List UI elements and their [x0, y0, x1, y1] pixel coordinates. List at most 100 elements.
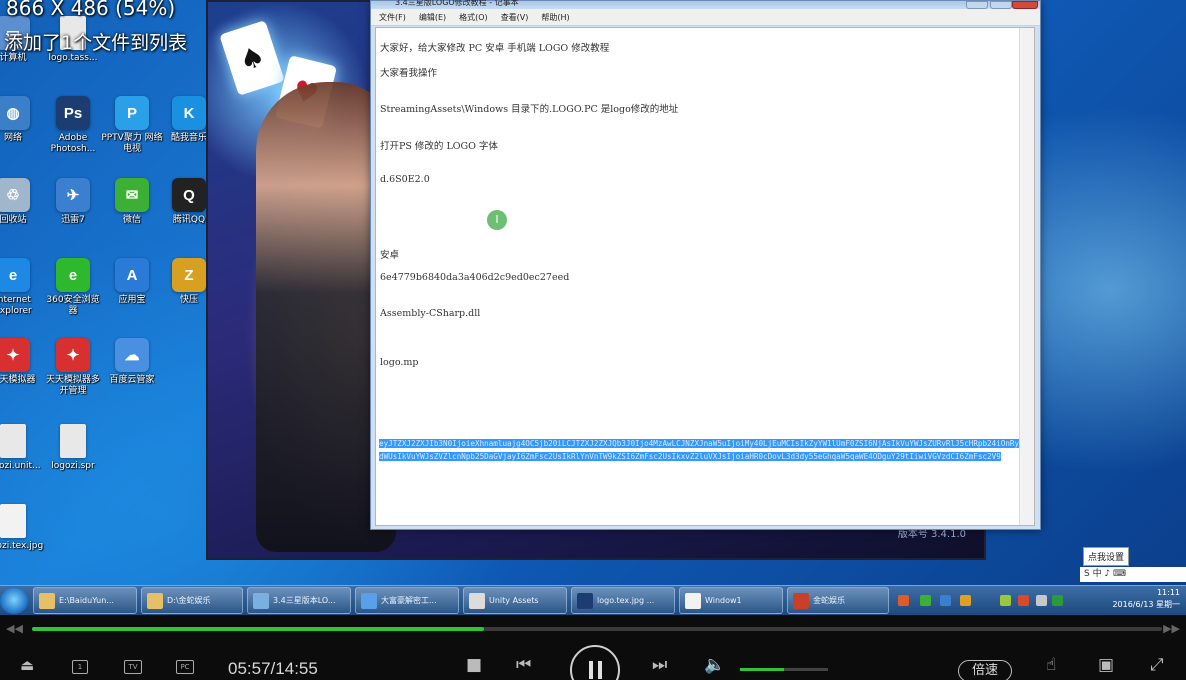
folder-icon	[147, 592, 163, 609]
video-player-controls: ◀◀ ▶▶ ⏏ 1 TV PC 05:57/14:55 ■ ⏮ ⏭ 🔈 倍速 ☝…	[0, 615, 1186, 680]
desktop-icon-label: Internet Explorer	[0, 295, 32, 316]
desktop-icon[interactable]: logozi.tex.jpg	[0, 504, 44, 552]
text-line: 打开PS 修改的 LOGO 字体	[380, 141, 498, 152]
progress-fill	[32, 627, 484, 631]
taskbar-button[interactable]: 3.4三星版本LO...	[247, 587, 351, 614]
desktop: ▭ 计算机 logo.tass... ◍ 网络 Ps Adobe Photosh... P PP…	[0, 0, 1186, 585]
emulator-icon: ✦	[0, 338, 30, 372]
skip-back-icon[interactable]: ◀◀	[6, 622, 23, 635]
tray-app-icon[interactable]	[940, 595, 951, 606]
desktop-icon[interactable]: A 应用宝	[101, 258, 163, 306]
text-line: logo.mp	[380, 357, 419, 368]
desktop-icon-label: 天天模拟器多开管理	[45, 375, 100, 396]
desktop-icon[interactable]: ◍ 网络	[0, 96, 44, 144]
baidu-cloud-icon: ☁	[115, 338, 149, 372]
desktop-icon[interactable]: ✦ 天天模拟器多开管理	[42, 338, 104, 397]
pc-icon[interactable]: PC	[176, 660, 194, 674]
desktop-icon[interactable]: ☁ 百度云管家	[101, 338, 163, 386]
notepad-text-area[interactable]: 大家好，给大家修改 PC 安卓 手机端 LOGO 修改教程 大家看我操作 Str…	[375, 27, 1035, 526]
previous-icon[interactable]: ⏮	[516, 655, 531, 675]
selected-text-block[interactable]: eyJTZXJ2ZXJIb3N0IjoieXhnamluajg4OC5jb20i…	[379, 438, 1020, 463]
next-icon[interactable]: ⏭	[652, 655, 667, 675]
text-line: Assembly-CSharp.dll	[380, 308, 481, 319]
archive-icon: Z	[172, 258, 206, 292]
close-button[interactable]	[1012, 1, 1038, 9]
tray-volume-icon[interactable]	[1036, 595, 1047, 606]
taskbar-button-label: E:\BaiduYun...	[59, 596, 114, 605]
taskbar-button-label: D:\金蛇娱乐	[167, 596, 211, 605]
360-browser-icon: e	[56, 258, 90, 292]
desktop-icon[interactable]: Ps Adobe Photosh...	[42, 96, 104, 155]
desktop-icon[interactable]: logozi.unit...	[0, 424, 44, 472]
taskbar-button[interactable]: Unity Assets	[463, 587, 567, 614]
pause-button[interactable]	[570, 645, 620, 680]
hand-icon[interactable]: ☝	[1046, 655, 1056, 675]
desktop-icon[interactable]: ♲ 回收站	[0, 178, 44, 226]
menu-help[interactable]: 帮助(H)	[541, 12, 569, 23]
taskbar-button[interactable]: 大富豪解密工...	[355, 587, 459, 614]
desktop-icon[interactable]: ✦ 天天模拟器	[0, 338, 44, 386]
desktop-icon-label: 应用宝	[118, 295, 146, 305]
video-info-overlay: 866 X 486 (54%)	[6, 0, 176, 20]
notepad-titlebar[interactable]: 3.4三星版LOGO修改教程 - 记事本	[371, 0, 1040, 9]
eject-icon[interactable]: ⏏	[20, 655, 34, 675]
desktop-icon[interactable]: P PPTV聚力 网络电视	[101, 96, 163, 155]
skip-forward-icon[interactable]: ▶▶	[1163, 622, 1180, 635]
taskbar-button[interactable]: 金蛇娱乐	[787, 587, 889, 614]
taskbar-button[interactable]: E:\BaiduYun...	[33, 587, 137, 614]
start-button[interactable]	[0, 588, 28, 614]
desktop-icon[interactable]: e 360安全浏览器	[42, 258, 104, 317]
tray-network-icon[interactable]	[1000, 595, 1011, 606]
menu-file[interactable]: 文件(F)	[379, 12, 406, 23]
tray-settings-popup[interactable]: 点我设置	[1083, 547, 1130, 566]
thunder-icon: ✈	[56, 178, 90, 212]
desktop-icon[interactable]: e Internet Explorer	[0, 258, 44, 317]
text-line: 大家看我操作	[380, 68, 438, 79]
tray-app-icon[interactable]	[898, 595, 909, 606]
volume-slider[interactable]	[740, 668, 828, 671]
taskbar-button[interactable]: D:\金蛇娱乐	[141, 587, 243, 614]
menu-edit[interactable]: 编辑(E)	[419, 12, 446, 23]
taskbar-button[interactable]: Window1	[679, 587, 783, 614]
recycle-bin-icon: ♲	[0, 178, 30, 212]
notepad-window[interactable]: 3.4三星版LOGO修改教程 - 记事本 文件(F) 编辑(E) 格式(O) 查…	[370, 0, 1041, 530]
desktop-icon-label: 微信	[122, 215, 141, 225]
window-icon	[469, 592, 485, 609]
box-1-icon[interactable]: 1	[72, 660, 88, 674]
menu-format[interactable]: 格式(O)	[459, 12, 488, 23]
tray-shield-icon[interactable]	[1052, 595, 1063, 606]
desktop-icon-label: 360安全浏览器	[46, 295, 100, 316]
notepad-title: 3.4三星版LOGO修改教程 - 记事本	[395, 0, 519, 7]
ime-toolbar[interactable]: S 中 ♪ ⌨	[1080, 567, 1186, 582]
maximize-button[interactable]	[990, 1, 1012, 9]
clock-time: 11:11	[1156, 588, 1180, 597]
photoshop-icon	[577, 592, 593, 609]
taskbar-button-label: logo.tex.jpg ...	[597, 596, 655, 605]
tray-security-icon[interactable]	[1018, 595, 1029, 606]
notepad-menubar: 文件(F) 编辑(E) 格式(O) 查看(V) 帮助(H)	[371, 9, 1040, 26]
tray-clock[interactable]: 11:11 2016/6/13 星期一	[1112, 587, 1180, 611]
stop-icon[interactable]: ■	[466, 655, 482, 675]
progress-bar[interactable]	[32, 627, 1162, 631]
taskbar: E:\BaiduYun... D:\金蛇娱乐 3.4三星版本LO... 大富豪解密工.…	[0, 585, 1186, 615]
vertical-scrollbar[interactable]	[1019, 28, 1034, 525]
desktop-icon-label: logozi.tex.jpg	[0, 541, 44, 551]
taskbar-button-label: Unity Assets	[489, 596, 539, 605]
current-time: 05:57	[228, 659, 271, 678]
wechat-icon: ✉	[115, 178, 149, 212]
volume-icon[interactable]: 🔈	[704, 655, 725, 675]
desktop-icon[interactable]: ✉ 微信	[101, 178, 163, 226]
desktop-icon[interactable]: logozi.spr	[42, 424, 104, 472]
menu-view[interactable]: 查看(V)	[501, 12, 529, 23]
notification-overlay: 添加了1个文件到列表	[4, 32, 188, 54]
tray-app-icon[interactable]	[920, 595, 931, 606]
tray-app-icon[interactable]	[960, 595, 971, 606]
tv-icon[interactable]: TV	[124, 660, 142, 674]
fullscreen-icon[interactable]: ⤢	[1150, 655, 1164, 675]
selected-text: eyJTZXJ2ZXJIb3N0IjoieXhnamluajg4OC5jb20i…	[379, 439, 1020, 461]
speed-button[interactable]: 倍速	[958, 660, 1012, 680]
minimize-button[interactable]	[966, 1, 988, 9]
desktop-icon[interactable]: ✈ 迅雷7	[42, 178, 104, 226]
taskbar-button[interactable]: logo.tex.jpg ...	[571, 587, 675, 614]
toolbox-icon[interactable]: ▣	[1098, 655, 1114, 675]
